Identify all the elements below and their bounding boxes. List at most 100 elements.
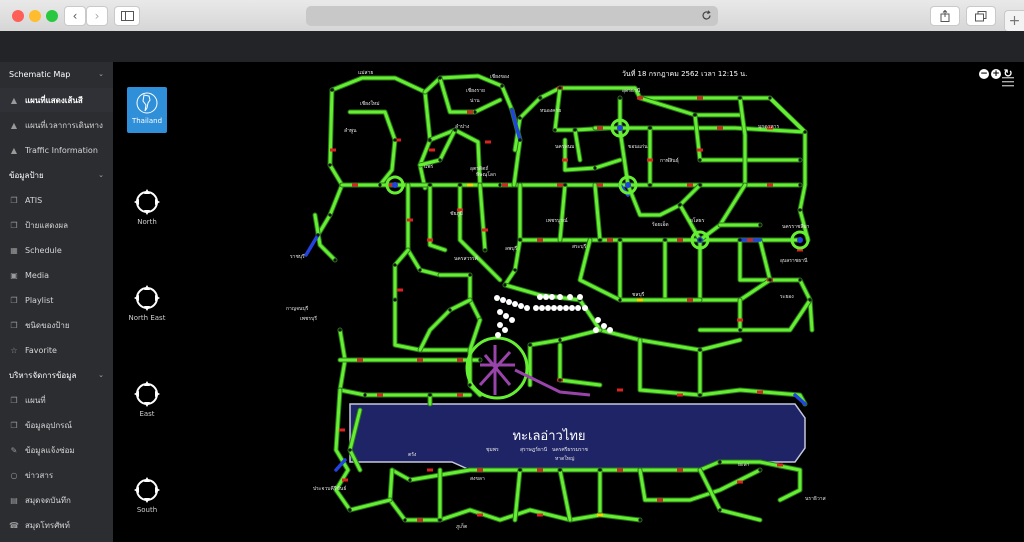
station-dot [558, 86, 562, 90]
congestion-tick-slow [767, 183, 773, 187]
incident-marker [557, 294, 563, 300]
congestion-tick-slow [607, 238, 613, 242]
incident-marker [575, 305, 581, 311]
station-dot [768, 96, 772, 100]
road-segment [698, 238, 772, 302]
congestion-tick-slow [429, 148, 435, 152]
incident-marker [577, 294, 583, 300]
road-outline [577, 237, 703, 303]
congestion-tick-slow [697, 96, 703, 100]
road-outline [757, 237, 815, 333]
station-dot [563, 183, 567, 187]
congestion-tick-slow [677, 238, 683, 242]
junction-dot [797, 237, 803, 243]
city-label: พิษณุโลก [476, 171, 496, 178]
incident-marker [539, 305, 545, 311]
city-label: มุกดาหาร [758, 124, 779, 130]
junction-dot [617, 125, 623, 131]
road-outline [417, 297, 473, 353]
schematic-road-map[interactable]: แม่สายเชียงของเชียงรายเชียงใหม่ลำพูน น่าน… [0, 0, 1024, 542]
station-dot [328, 213, 332, 217]
station-dot [403, 518, 407, 522]
city-label: นราธิวาส [805, 495, 826, 502]
station-dot [698, 393, 702, 397]
congestion-tick-slow [687, 183, 693, 187]
congestion-tick-slow [482, 228, 488, 232]
city-label: น่าน [470, 98, 480, 104]
incident-marker [601, 323, 607, 329]
station-dot [663, 238, 667, 242]
city-label: เชียงของ [490, 73, 510, 80]
road-segment [558, 468, 572, 522]
city-label: ลำปาง [455, 124, 470, 130]
zoom-in-icon[interactable]: + [991, 69, 1001, 79]
incident-marker [497, 322, 503, 328]
congestion-tick-slow [339, 428, 345, 432]
station-dot [618, 96, 622, 100]
station-dot [698, 238, 702, 242]
congestion-tick-slow [502, 183, 508, 187]
incident-marker [495, 332, 501, 338]
city-label: ราชบุรี [290, 253, 305, 260]
station-dot [428, 393, 432, 397]
refresh-icon[interactable]: ↻ [1003, 68, 1013, 79]
map-datetime: วันที่ 18 กรกฎาคม 2562 เวลา 12:15 น. [622, 70, 748, 78]
station-dot [518, 116, 522, 120]
city-label: เพชรบูรณ์ [546, 217, 568, 224]
road-segment [428, 128, 482, 187]
incident-marker [582, 305, 588, 311]
city-label: สระบุรี [572, 243, 587, 250]
incident-marker [500, 297, 506, 303]
congestion-tick-slow [427, 468, 433, 472]
road-outline [697, 237, 773, 303]
congestion-tick-slow [407, 218, 413, 222]
congestion-tick-slow [617, 388, 623, 392]
station-dot [718, 460, 722, 464]
station-dot [693, 113, 697, 117]
station-dot [448, 308, 452, 312]
zoom-out-icon[interactable]: − [979, 69, 989, 79]
city-label: อุตรดิตถ์ [470, 165, 488, 172]
city-label: นครสวรรค์ [454, 255, 478, 262]
station-dot [393, 263, 397, 267]
congestion-tick-slow [477, 513, 483, 517]
station-dot [598, 238, 602, 242]
city-label: ร้อยเอ็ด [652, 220, 669, 228]
congestion-tick-slow [657, 498, 663, 502]
incident-marker [518, 303, 524, 309]
incident-marker [543, 294, 549, 300]
station-dot [698, 158, 702, 162]
city-label: ชุมพร [486, 447, 499, 453]
congestion-tick-medium [467, 183, 473, 187]
station-dot [328, 163, 332, 167]
city-label: ระยอง [780, 294, 794, 300]
incident-markers[interactable] [494, 294, 613, 338]
station-dot [518, 138, 522, 142]
city-label: สุราษฎร์ธานี [520, 446, 548, 453]
station-dot [483, 248, 487, 252]
station-dot [598, 468, 602, 472]
station-dot [553, 128, 557, 132]
junction-dot [625, 182, 631, 188]
station-dot [458, 183, 462, 187]
city-label: ประจวบคีรีขันธ์ [313, 485, 346, 492]
station-dot [648, 183, 652, 187]
incident-marker [549, 294, 555, 300]
station-dot [678, 203, 682, 207]
incident-marker [545, 305, 551, 311]
station-dot [408, 478, 412, 482]
congestion-tick-slow [397, 288, 403, 292]
incident-marker [524, 305, 530, 311]
congestion-tick-medium [637, 298, 643, 302]
station-dot [648, 126, 652, 130]
incident-marker [512, 301, 518, 307]
congestion-tick-slow [647, 158, 653, 162]
city-label: หาดใหญ่ [555, 455, 574, 462]
city-label: แพร่ [424, 164, 434, 170]
station-dot [428, 183, 432, 187]
station-dot [498, 183, 502, 187]
city-label: นครศรีธรรมราช [552, 446, 589, 453]
station-dot [348, 508, 352, 512]
congestion-tick-slow [597, 183, 603, 187]
congestion-tick-slow [677, 393, 683, 397]
